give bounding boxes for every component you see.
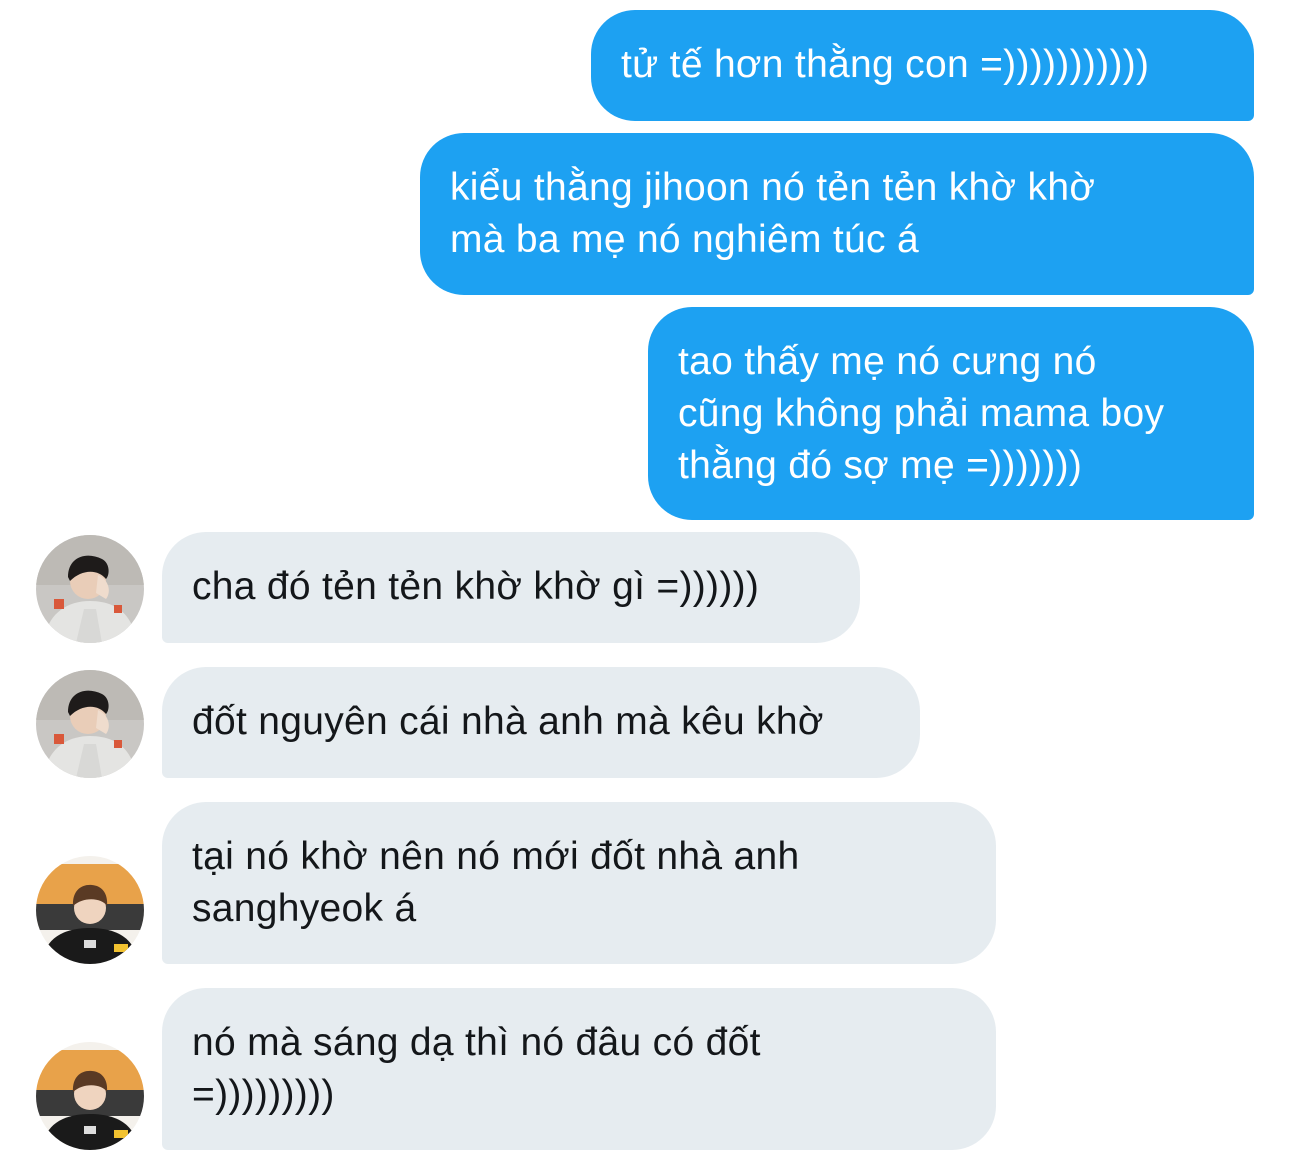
message-text: cũng không phải mama boy: [678, 392, 1165, 435]
incoming-message[interactable]: cha đó tẻn tẻn khờ khờ gì =)))))): [162, 532, 860, 643]
message-text: tại nó khờ nên nó mới đốt nhà anh: [192, 835, 800, 878]
outgoing-message[interactable]: kiểu thằng jihoon nó tẻn tẻn khờ khờ mà …: [420, 133, 1254, 295]
avatar-user-a-image: [36, 535, 144, 643]
message-text: cha đó tẻn tẻn khờ khờ gì =)))))): [192, 565, 760, 608]
message-text: tao thấy mẹ nó cưng nó: [678, 340, 1097, 383]
message-text: mà ba mẹ nó nghiêm túc á: [450, 218, 919, 261]
incoming-message[interactable]: tại nó khờ nên nó mới đốt nhà anh sanghy…: [162, 802, 996, 964]
message-text: kiểu thằng jihoon nó tẻn tẻn khờ khờ: [450, 166, 1096, 209]
message-text: =))))))))): [192, 1073, 335, 1116]
avatar[interactable]: [36, 856, 144, 964]
incoming-message[interactable]: nó mà sáng dạ thì nó đâu có đốt =)))))))…: [162, 988, 996, 1150]
message-text: thằng đó sợ mẹ =))))))): [678, 444, 1083, 487]
message-text: sanghyeok á: [192, 887, 417, 930]
avatar[interactable]: [36, 1042, 144, 1150]
avatar-user-b-image: [36, 856, 144, 964]
avatar[interactable]: [36, 670, 144, 778]
outgoing-message[interactable]: tao thấy mẹ nó cưng nó cũng không phải m…: [648, 307, 1254, 520]
avatar-user-b-image: [36, 1042, 144, 1150]
avatar[interactable]: [36, 535, 144, 643]
outgoing-message[interactable]: tử tế hơn thằng con =))))))))))): [591, 10, 1254, 121]
message-text: đốt nguyên cái nhà anh mà kêu khờ: [192, 700, 824, 743]
message-text: nó mà sáng dạ thì nó đâu có đốt: [192, 1021, 761, 1064]
message-text: tử tế hơn thằng con =))))))))))): [621, 43, 1150, 86]
avatar-user-a-image: [36, 670, 144, 778]
incoming-message[interactable]: đốt nguyên cái nhà anh mà kêu khờ: [162, 667, 920, 778]
